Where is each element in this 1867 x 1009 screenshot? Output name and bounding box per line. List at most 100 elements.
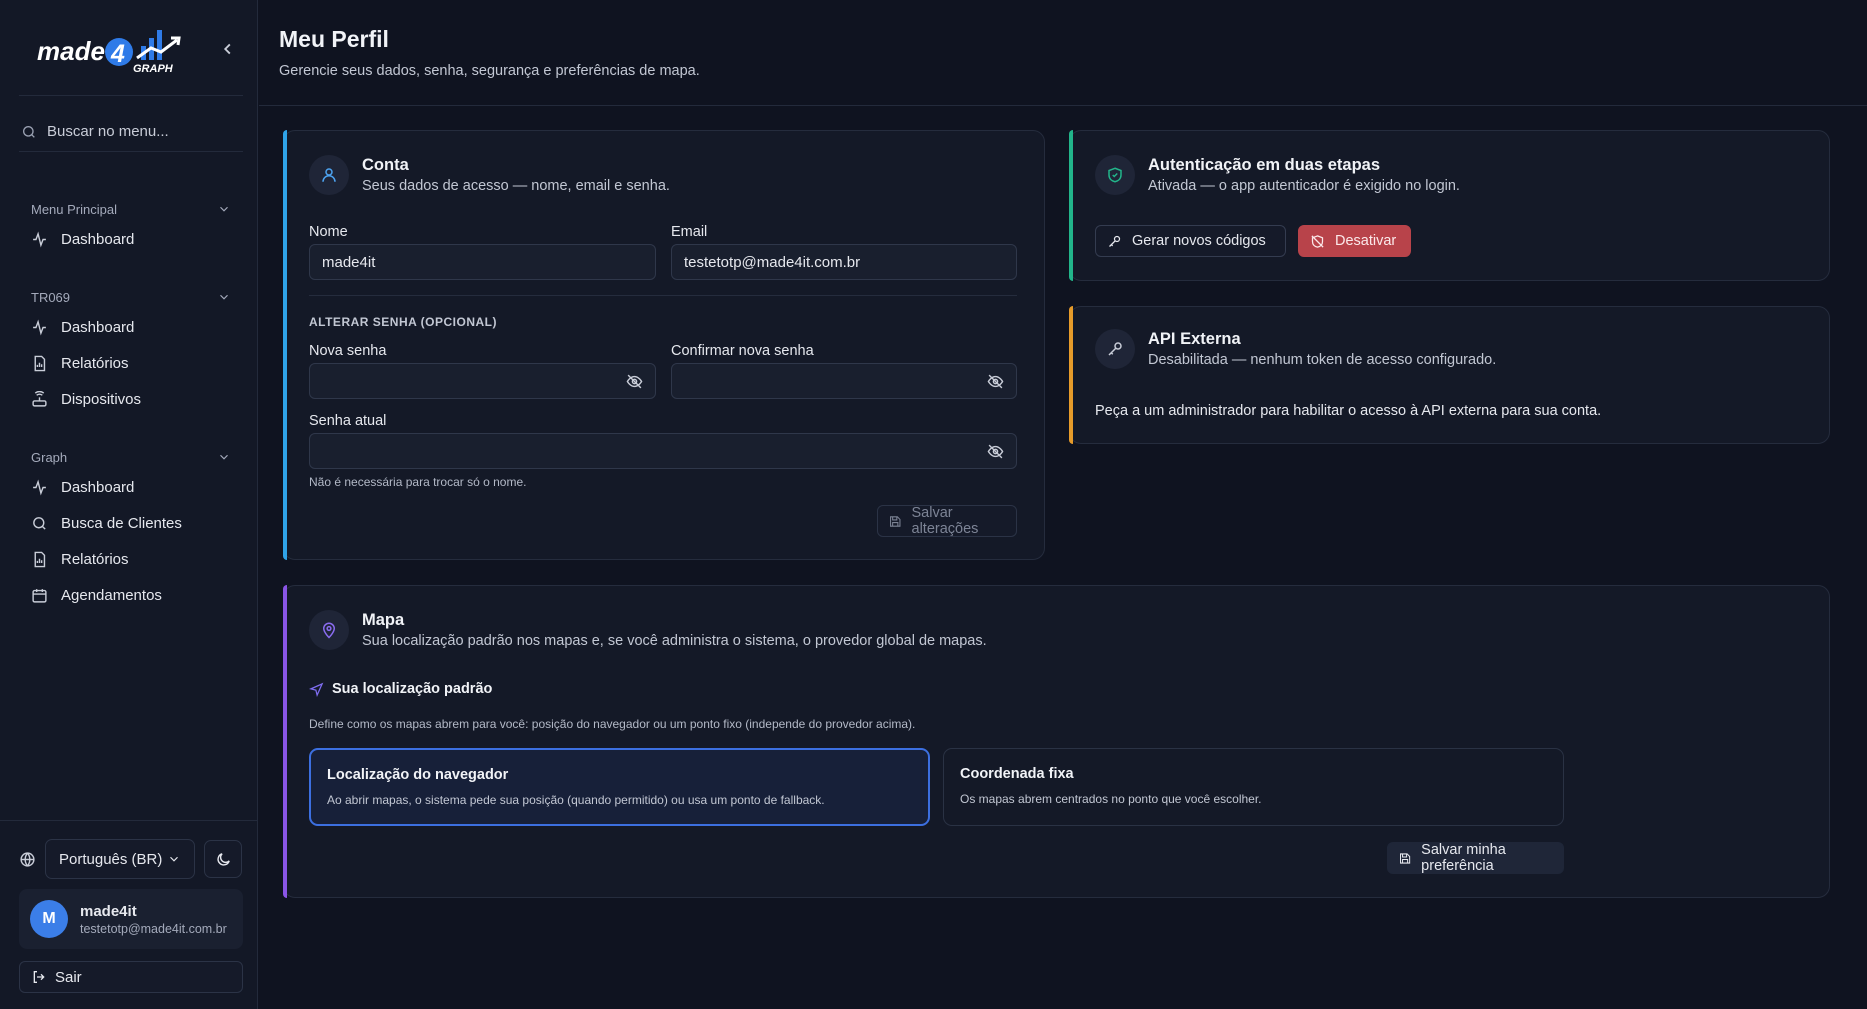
save-preference-label: Salvar minha preferência [1421,842,1506,874]
brand-logo[interactable]: made 4 GRAPH [37,24,207,76]
shield-off-icon [1311,234,1324,248]
report-icon [34,355,46,371]
location-description: Define como os mapas abrem para você: po… [309,717,916,731]
chevron-down-icon [170,856,178,862]
sidebar-item-tr069-dispositivos[interactable]: Dispositivos [19,381,243,417]
eye-off-icon[interactable] [626,373,643,390]
password-hint: Não é necessária para trocar só o nome. [309,475,527,489]
language-row: Português (BR) [19,839,242,879]
nav-group-tr069: TR069 Dashboard Relatórios Dispositivos [19,285,243,417]
sidebar-item-label: Relatórios [61,550,129,568]
map-header: Mapa Sua localização padrão nos mapas e,… [309,610,987,650]
map-pin-icon [309,610,349,650]
user-name: made4it [80,902,137,920]
activity-icon [33,318,46,336]
router-icon [32,390,47,407]
sidebar-item-tr069-relatorios[interactable]: Relatórios [19,345,243,381]
map-title: Mapa [362,611,405,629]
chevron-down-icon [220,206,228,212]
account-card: Conta Seus dados de acesso — nome, email… [283,130,1045,560]
nav-group-toggle-tr069[interactable]: TR069 [19,285,243,309]
report-icon [34,551,46,567]
generate-codes-label: Gerar novos códigos [1132,233,1266,249]
divider [309,295,1017,296]
eye-off-icon[interactable] [987,443,1004,460]
svg-text:made: made [37,36,105,66]
confirm-password-input[interactable] [684,372,987,390]
globe-icon [20,851,35,867]
search-icon [23,125,35,138]
option-browser-location[interactable]: Localização do navegador Ao abrir mapas,… [309,748,930,826]
menu-search [19,112,243,152]
sidebar-item-agendamentos[interactable]: Agendamentos [19,577,243,613]
moon-icon [216,852,230,866]
sidebar-item-label: Dashboard [61,230,135,248]
page-title: Meu Perfil [279,26,389,52]
sidebar-item-busca-clientes[interactable]: Busca de Clientes [19,505,243,541]
logout-button[interactable]: Sair [19,961,243,993]
sidebar-item-tr069-dashboard[interactable]: Dashboard [19,309,243,345]
sidebar-item-label: Busca de Clientes [61,514,182,532]
current-password-label: Senha atual [309,413,387,429]
nav-group-label: TR069 [31,289,71,305]
confirm-password-label: Confirmar nova senha [671,343,814,359]
sidebar-item-dashboard[interactable]: Dashboard [19,221,243,257]
email-input[interactable] [684,253,1004,271]
user-info: made4it testetotp@made4it.com.br [80,903,235,936]
current-password-input[interactable] [322,442,987,460]
api-card: API Externa Desabilitada — nenhum token … [1069,306,1830,444]
page-header: Meu Perfil Gerencie seus dados, senha, s… [259,0,1867,106]
nav-group-toggle-menu-principal[interactable]: Menu Principal [19,197,243,221]
save-changes-label: Salvar alterações [911,505,979,537]
option-fixed-coordinate[interactable]: Coordenada fixa Os mapas abrem centrados… [943,748,1564,826]
nav-group-label: Graph [31,449,68,465]
option-title: Coordenada fixa [960,766,1074,782]
save-changes-button[interactable]: Salvar alterações [877,505,1017,537]
confirm-password-field [671,363,1017,399]
sidebar-footer: Português (BR) M made4it testetotp@made4… [0,820,258,1009]
nav-group-toggle-graph[interactable]: Graph [19,445,243,469]
two-factor-header: Autenticação em duas etapas Ativada — o … [1095,155,1460,195]
menu-search-input[interactable] [47,123,237,140]
map-card: Mapa Sua localização padrão nos mapas e,… [283,585,1830,898]
disable-2fa-label: Desativar [1335,233,1397,249]
option-description: Os mapas abrem centrados no ponto que vo… [960,792,1262,806]
collapse-sidebar-button[interactable] [217,38,239,60]
location-heading: Sua localização padrão [332,681,493,697]
theme-toggle-button[interactable] [204,840,242,878]
shield-check-icon [1095,155,1135,195]
generate-codes-button[interactable]: Gerar novos códigos [1095,225,1286,257]
two-factor-card: Autenticação em duas etapas Ativada — o … [1069,130,1830,281]
new-password-field [309,363,656,399]
key-icon [1109,235,1121,247]
user-card[interactable]: M made4it testetotp@made4it.com.br [19,889,243,949]
calendar-icon [32,588,47,603]
search-icon [33,516,46,530]
two-factor-title: Autenticação em duas etapas [1148,156,1380,174]
api-description: Desabilitada — nenhum token de acesso co… [1148,352,1497,368]
api-message: Peça a um administrador para habilitar o… [1095,403,1602,419]
map-description: Sua localização padrão nos mapas e, se v… [362,633,987,649]
main-content: Meu Perfil Gerencie seus dados, senha, s… [259,0,1867,1009]
location-heading-row: Sua localização padrão [309,681,492,697]
save-icon [890,515,901,527]
sidebar-item-label: Relatórios [61,354,129,372]
nav-group-graph: Graph Dashboard Busca de Clientes Relató… [19,445,243,613]
sidebar-item-graph-dashboard[interactable]: Dashboard [19,469,243,505]
language-select[interactable]: Português (BR) [45,839,195,879]
account-description: Seus dados de acesso — nome, email e sen… [362,178,670,194]
nav-group-label: Menu Principal [31,201,117,217]
chevron-down-icon [220,454,228,460]
sidebar: made 4 GRAPH Menu Principal Dashb [0,0,258,1009]
disable-2fa-button[interactable]: Desativar [1298,225,1411,257]
logout-label: Sair [55,968,82,986]
sidebar-item-graph-relatorios[interactable]: Relatórios [19,541,243,577]
svg-text:GRAPH: GRAPH [133,63,174,75]
current-password-field [309,433,1017,469]
save-preference-button[interactable]: Salvar minha preferência [1387,842,1564,874]
name-label: Nome [309,224,348,240]
name-field [309,244,656,280]
name-input[interactable] [322,253,643,271]
new-password-input[interactable] [322,372,626,390]
eye-off-icon[interactable] [987,373,1004,390]
